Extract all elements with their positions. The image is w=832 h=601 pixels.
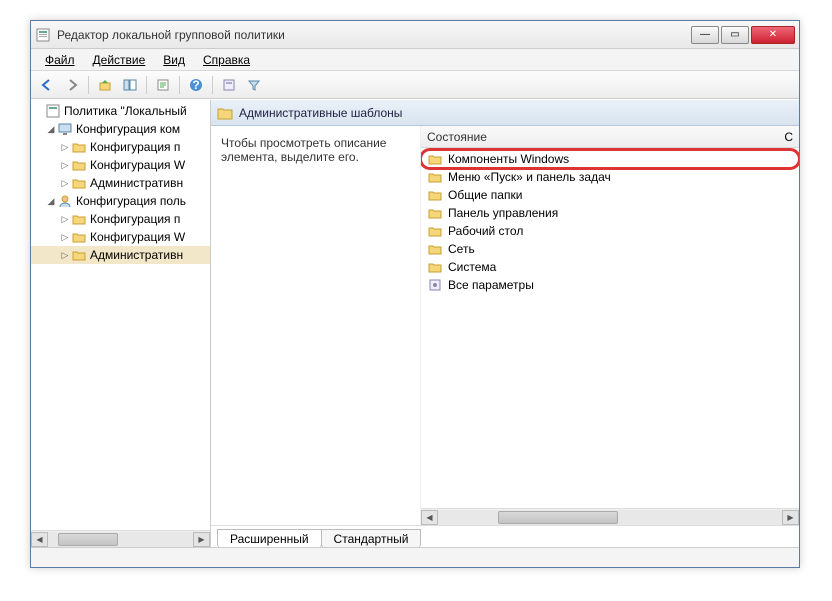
minimize-button[interactable]: —	[691, 26, 719, 44]
list-pane: Состояние С Компоненты Windows Меню «Пус…	[421, 126, 799, 525]
close-button[interactable]: ✕	[751, 26, 795, 44]
list-item-windows-components[interactable]: Компоненты Windows	[421, 150, 799, 168]
toolbar: ?	[31, 71, 799, 99]
gpedit-window: Редактор локальной групповой политики — …	[30, 20, 800, 568]
window-title: Редактор локальной групповой политики	[57, 28, 691, 42]
menu-view[interactable]: Вид	[155, 51, 193, 69]
list-item-all-settings[interactable]: Все параметры	[421, 276, 799, 294]
svg-text:?: ?	[192, 78, 199, 92]
col-state[interactable]: Состояние	[427, 130, 763, 144]
up-button[interactable]	[93, 74, 117, 96]
folder-icon	[427, 259, 443, 275]
tree-user-software[interactable]: ▷ Конфигурация п	[31, 210, 210, 228]
body: Политика "Локальный ◢ Конфигурация ком ▷…	[31, 99, 799, 547]
folder-icon	[71, 229, 87, 245]
tree-computer-config[interactable]: ◢ Конфигурация ком	[31, 120, 210, 138]
folder-icon	[217, 106, 233, 120]
maximize-button[interactable]: ▭	[721, 26, 749, 44]
list-item-desktop[interactable]: Рабочий стол	[421, 222, 799, 240]
content-title: Административные шаблоны	[239, 106, 402, 120]
show-hide-tree-button[interactable]	[118, 74, 142, 96]
tree-user-config[interactable]: ◢ Конфигурация поль	[31, 192, 210, 210]
folder-icon	[71, 157, 87, 173]
app-icon	[35, 27, 51, 43]
forward-button[interactable]	[60, 74, 84, 96]
folder-icon	[71, 175, 87, 191]
help-button[interactable]: ?	[184, 74, 208, 96]
list-item-network[interactable]: Сеть	[421, 240, 799, 258]
list-hscroll[interactable]: ◀ ▶	[421, 508, 799, 525]
list-item-system[interactable]: Система	[421, 258, 799, 276]
list-item-control-panel[interactable]: Панель управления	[421, 204, 799, 222]
titlebar[interactable]: Редактор локальной групповой политики — …	[31, 21, 799, 49]
list-header[interactable]: Состояние С	[421, 126, 799, 148]
tree-comp-windows[interactable]: ▷ Конфигурация W	[31, 156, 210, 174]
folder-icon	[427, 169, 443, 185]
content-header: Административные шаблоны	[211, 100, 799, 126]
menu-action[interactable]: Действие	[85, 51, 154, 69]
folder-icon	[71, 247, 87, 263]
menu-file[interactable]: Файл	[37, 51, 83, 69]
settings-list[interactable]: Компоненты Windows Меню «Пуск» и панель …	[421, 148, 799, 508]
folder-icon	[427, 223, 443, 239]
col-c[interactable]: С	[763, 130, 793, 144]
folder-icon	[427, 151, 443, 167]
tree-comp-software[interactable]: ▷ Конфигурация п	[31, 138, 210, 156]
tree-user-windows[interactable]: ▷ Конфигурация W	[31, 228, 210, 246]
folder-icon	[71, 211, 87, 227]
view-tabs: Расширенный Стандартный	[211, 525, 799, 547]
list-item-start-menu[interactable]: Меню «Пуск» и панель задач	[421, 168, 799, 186]
computer-icon	[57, 121, 73, 137]
tab-standard[interactable]: Стандартный	[321, 529, 422, 547]
folder-icon	[71, 139, 87, 155]
tree-pane: Политика "Локальный ◢ Конфигурация ком ▷…	[31, 100, 211, 547]
folder-icon	[427, 241, 443, 257]
folder-icon	[427, 205, 443, 221]
filter-button[interactable]	[242, 74, 266, 96]
menubar: Файл Действие Вид Справка	[31, 49, 799, 71]
content-pane: Административные шаблоны Чтобы просмотре…	[211, 100, 799, 547]
folder-icon	[427, 187, 443, 203]
tree-root[interactable]: Политика "Локальный	[31, 102, 210, 120]
list-item-shared-folders[interactable]: Общие папки	[421, 186, 799, 204]
statusbar	[31, 547, 799, 567]
policy-tree[interactable]: Политика "Локальный ◢ Конфигурация ком ▷…	[31, 100, 210, 530]
back-button[interactable]	[35, 74, 59, 96]
menu-help[interactable]: Справка	[195, 51, 258, 69]
tree-comp-admin[interactable]: ▷ Административн	[31, 174, 210, 192]
policy-icon	[45, 103, 61, 119]
sidebar-hscroll[interactable]: ◀ ▶	[31, 530, 210, 547]
settings-icon	[427, 277, 443, 293]
description-pane: Чтобы просмотреть описание элемента, выд…	[211, 126, 421, 525]
user-icon	[57, 193, 73, 209]
tree-user-admin[interactable]: ▷ Административн	[31, 246, 210, 264]
description-text: Чтобы просмотреть описание элемента, выд…	[221, 136, 386, 164]
properties-button[interactable]	[217, 74, 241, 96]
tab-extended[interactable]: Расширенный	[217, 529, 322, 547]
export-list-button[interactable]	[151, 74, 175, 96]
